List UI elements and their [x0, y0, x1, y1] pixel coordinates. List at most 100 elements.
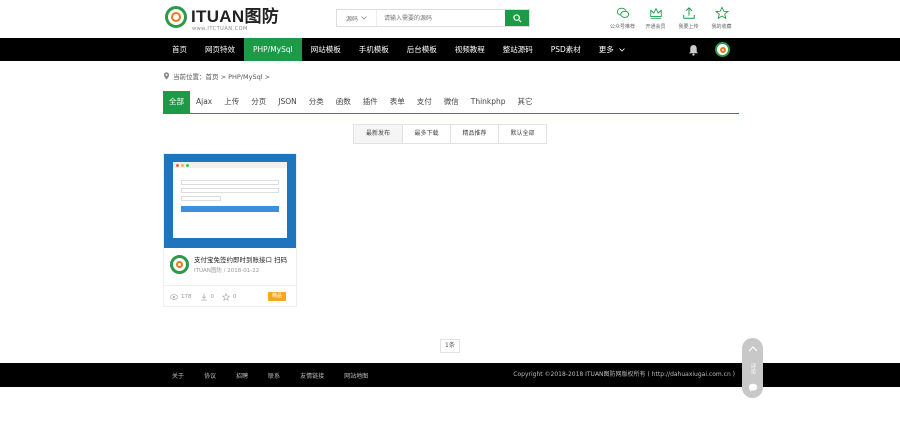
bell-icon[interactable]: [688, 44, 699, 56]
category-tab-plugin[interactable]: 插件: [357, 91, 384, 113]
comment-tab-button[interactable]: 评论: [742, 359, 763, 377]
search-bar: 源码: [336, 9, 530, 27]
site-footer: 关于 协议 招聘 联系 友情链接 网站地图 Copyright ©2018-20…: [0, 363, 900, 387]
nav-item-more[interactable]: 更多: [590, 38, 634, 61]
resource-thumbnail[interactable]: [164, 154, 296, 248]
sort-tab-featured[interactable]: 精品推荐: [450, 125, 498, 143]
category-tab-ajax[interactable]: Ajax: [190, 91, 218, 113]
card-info: 支付宝免签约即时到账接口 扫码 ITUAN图防 / 2018-01-22: [164, 248, 296, 274]
eye-icon: [170, 293, 178, 300]
footer-links: 关于 协议 招聘 联系 友情链接 网站地图: [172, 363, 388, 387]
favorites-stat: 0: [222, 292, 237, 301]
search-category-label: 源码: [345, 15, 358, 23]
category-tab-all[interactable]: 全部: [163, 91, 190, 113]
search-input[interactable]: [377, 10, 505, 26]
category-tab-paging[interactable]: 分页: [245, 91, 272, 113]
wechat-icon: [616, 7, 629, 18]
search-icon: [512, 13, 522, 23]
main-nav: 首页 网页特效 PHP/MySql 网站模板 手机模板 后台模板 视频教程 整站…: [0, 38, 900, 61]
crown-icon: [649, 7, 662, 19]
footer-link-jobs[interactable]: 招聘: [236, 371, 248, 380]
nav-item-php[interactable]: PHP/MySql: [244, 38, 302, 61]
search-button[interactable]: [505, 10, 529, 26]
main-content: 当前位置：首页 > PHP/MySql > 全部 Ajax 上传 分页 JSON…: [163, 70, 739, 313]
nav-items: 首页 网页特效 PHP/MySql 网站模板 手机模板 后台模板 视频教程 整站…: [163, 38, 634, 61]
chevron-up-icon: [748, 345, 757, 351]
category-tab-payment[interactable]: 支付: [411, 91, 438, 113]
favorites-shortcut[interactable]: 我的收藏: [705, 6, 738, 30]
nav-more-label: 更多: [598, 45, 614, 54]
back-to-top-button[interactable]: [742, 338, 763, 359]
user-avatar[interactable]: [715, 42, 730, 57]
nav-item-video[interactable]: 视频教程: [446, 38, 494, 61]
location-pin-icon: [163, 72, 170, 80]
views-count: 178: [181, 293, 192, 300]
downloads-count: 0: [210, 293, 215, 300]
header-shortcuts: 公众号推荐 开通会员 我要上传 我的收藏: [606, 6, 738, 30]
nav-item-home[interactable]: 首页: [163, 38, 196, 61]
category-tab-other[interactable]: 其它: [512, 91, 539, 113]
site-header: ITUAN图防 www.ITCTUAN.COM 源码 公众号推荐 开通会员 我要…: [0, 0, 900, 38]
vip-shortcut[interactable]: 开通会员: [639, 6, 672, 30]
footer-link-friends[interactable]: 友情链接: [300, 371, 324, 380]
download-icon: [200, 293, 207, 300]
search-category-select[interactable]: 源码: [337, 10, 377, 26]
downloads-stat: 0: [200, 293, 215, 301]
footer-link-sitemap[interactable]: 网站地图: [344, 371, 368, 380]
category-tab-upload[interactable]: 上传: [218, 91, 245, 113]
site-logo[interactable]: ITUAN图防 www.ITCTUAN.COM: [165, 6, 279, 32]
chevron-down-icon: [361, 16, 367, 20]
resource-grid: 支付宝免签约即时到账接口 扫码 ITUAN图防 / 2018-01-22 178…: [163, 153, 739, 313]
pagination: 1条: [440, 339, 460, 353]
nav-item-full-source[interactable]: 整站源码: [494, 38, 542, 61]
card-author[interactable]: ITUAN图防: [194, 268, 222, 274]
star-icon: [714, 6, 729, 20]
chat-button[interactable]: [742, 377, 763, 398]
category-tab-thinkphp[interactable]: Thinkphp: [465, 91, 512, 113]
category-tab-json[interactable]: JSON: [272, 91, 303, 113]
footer-link-contact[interactable]: 联系: [268, 371, 280, 380]
comment-tab-label: 评论: [749, 362, 756, 374]
category-tabs: 全部 Ajax 上传 分页 JSON 分类 函数 插件 表单 支付 微信 Thi…: [163, 91, 739, 114]
breadcrumb-text: 当前位置：首页 > PHP/MySql >: [173, 73, 271, 81]
nav-item-mobile-templates[interactable]: 手机模板: [350, 38, 398, 61]
chat-bubble-icon: [748, 383, 757, 392]
sort-tab-latest[interactable]: 最新发布: [354, 125, 402, 143]
chevron-down-icon: [619, 48, 625, 52]
wechat-shortcut[interactable]: 公众号推荐: [606, 6, 639, 30]
views-stat: 178: [170, 293, 192, 301]
nav-item-site-templates[interactable]: 网站模板: [302, 38, 350, 61]
sort-tabs: 最新发布 最多下载 精品推荐 默认全部: [353, 124, 547, 144]
category-tab-classify[interactable]: 分类: [303, 91, 330, 113]
card-meta: ITUAN图防 / 2018-01-22: [194, 266, 287, 274]
footer-copyright: Copyright ©2018-2018 ITUAN图防网版权所有 ( http…: [513, 371, 735, 378]
upload-label: 我要上传: [678, 24, 699, 30]
star-outline-icon: [222, 292, 230, 301]
footer-link-agreement[interactable]: 协议: [204, 371, 216, 380]
nav-user-area: [688, 42, 730, 57]
card-title[interactable]: 支付宝免签约即时到账接口 扫码: [194, 255, 287, 265]
favorites-label: 我的收藏: [711, 24, 732, 30]
floating-toolbar: 评论: [742, 338, 763, 398]
favorites-count: 0: [233, 293, 237, 300]
nav-item-psd[interactable]: PSD素材: [542, 38, 590, 61]
vip-label: 开通会员: [645, 24, 666, 30]
footer-link-about[interactable]: 关于: [172, 371, 184, 380]
thumbnail-preview-image: [173, 162, 287, 238]
logo-mark-icon: [165, 6, 187, 28]
nav-item-effects[interactable]: 网页特效: [196, 38, 244, 61]
sort-tab-most-downloaded[interactable]: 最多下载: [402, 125, 450, 143]
resource-card[interactable]: 支付宝免签约即时到账接口 扫码 ITUAN图防 / 2018-01-22 178…: [163, 153, 297, 307]
featured-badge: 精品: [267, 292, 286, 301]
author-avatar[interactable]: [170, 255, 189, 274]
upload-shortcut[interactable]: 我要上传: [672, 6, 705, 30]
card-date: / 2018-01-22: [223, 268, 260, 274]
wechat-label: 公众号推荐: [609, 24, 635, 30]
upload-icon: [682, 7, 695, 19]
category-tab-wechat[interactable]: 微信: [438, 91, 465, 113]
sort-tab-default[interactable]: 默认全部: [498, 125, 546, 143]
nav-item-admin-templates[interactable]: 后台模板: [398, 38, 446, 61]
category-tab-form[interactable]: 表单: [384, 91, 411, 113]
card-stats: 178 0 0 精品: [164, 285, 296, 307]
category-tab-function[interactable]: 函数: [330, 91, 357, 113]
